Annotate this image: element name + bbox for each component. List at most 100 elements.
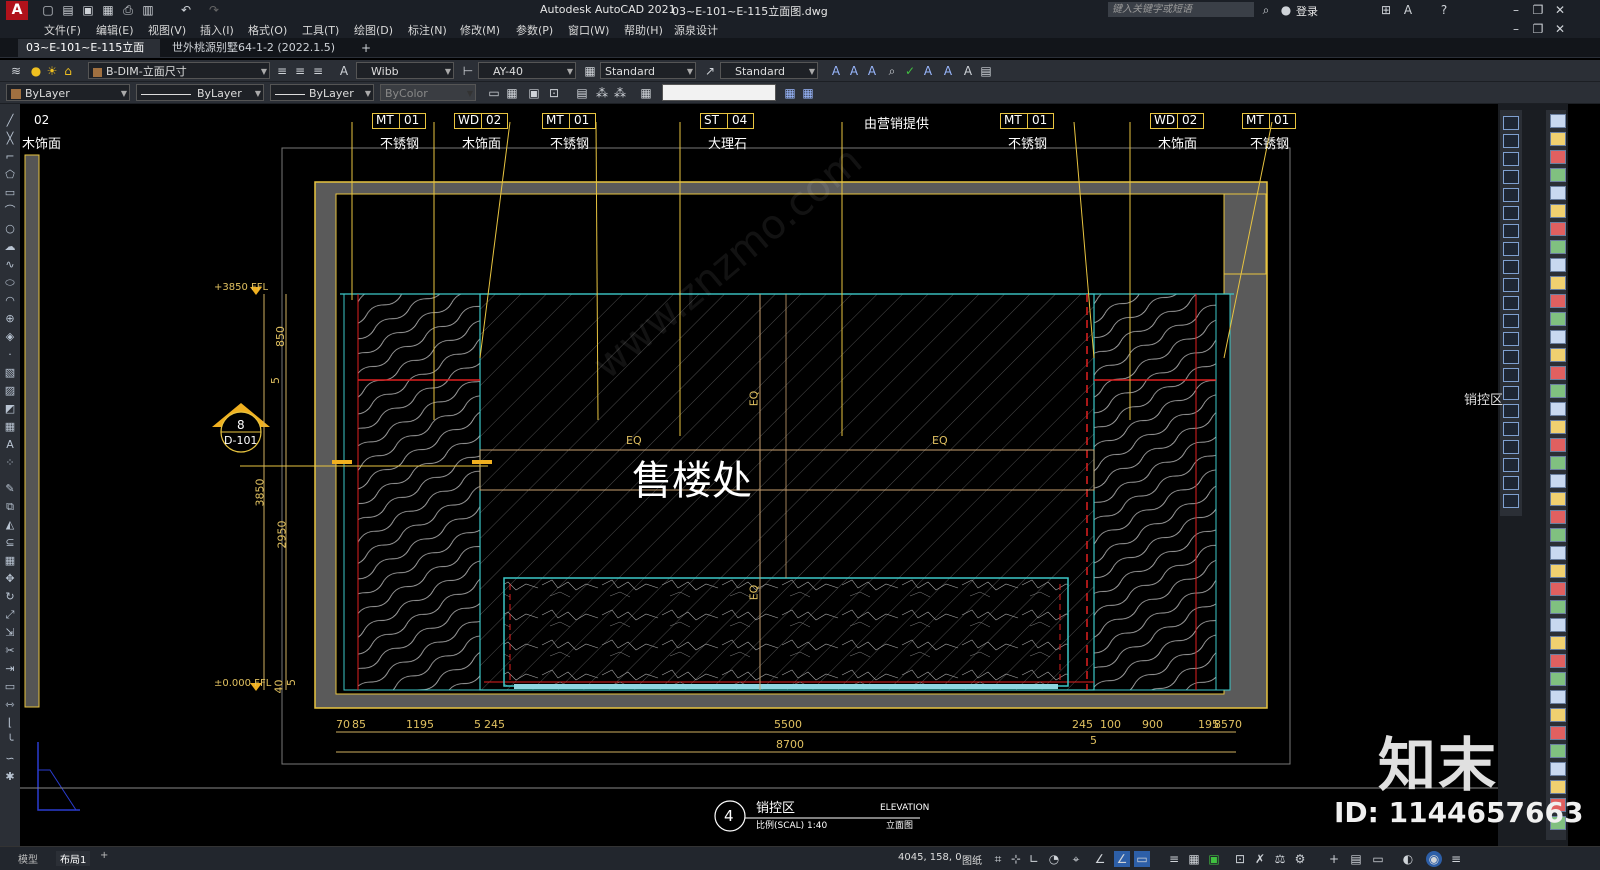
lineweight-icon[interactable]: ≡ <box>1166 851 1182 867</box>
menu-modify[interactable]: 修改(M) <box>460 22 500 38</box>
menu-format[interactable]: 格式(O) <box>248 22 287 38</box>
isolate-objects-icon[interactable]: ◐ <box>1400 851 1416 867</box>
save-as-icon[interactable]: ▦ <box>100 2 116 18</box>
layer-freeze-icon[interactable]: ☀ <box>44 63 60 79</box>
circle-icon[interactable]: ○ <box>3 222 17 236</box>
menu-tools[interactable]: 工具(T) <box>302 22 339 38</box>
command-input[interactable] <box>662 84 776 101</box>
custom-tool-icon[interactable] <box>1550 600 1566 614</box>
spline-icon[interactable]: ∿ <box>3 258 17 272</box>
save-icon[interactable]: ▣ <box>80 2 96 18</box>
scale-icon[interactable]: ⤢ <box>3 608 17 622</box>
custom-tool-icon[interactable] <box>1550 654 1566 668</box>
dimension-tool-icon[interactable] <box>1503 494 1519 508</box>
lineweight-select[interactable]: ByLayer ▼ <box>270 84 374 101</box>
table-style-select[interactable]: Standard ▼ <box>600 62 696 79</box>
dim-style-select[interactable]: AY-40 ▼ <box>478 62 576 79</box>
custom-tool-icon[interactable] <box>1550 582 1566 596</box>
open-file-icon[interactable]: ▤ <box>60 2 76 18</box>
custom-tool-icon[interactable] <box>1550 690 1566 704</box>
text-style-icon[interactable]: A <box>336 63 352 79</box>
custom-tool-icon[interactable] <box>1550 672 1566 686</box>
spell-check-icon[interactable]: ✓ <box>902 63 918 79</box>
arc-icon[interactable]: ⌒ <box>3 204 17 218</box>
dimension-tool-icon[interactable] <box>1503 386 1519 400</box>
menu-file[interactable]: 文件(F) <box>44 22 81 38</box>
mirror-icon[interactable]: ◭ <box>3 518 17 532</box>
custom-tool-icon[interactable] <box>1550 492 1566 506</box>
plot-style-select[interactable]: ByColor ▼ <box>380 84 476 101</box>
explode-icon[interactable]: ✱ <box>3 770 17 784</box>
dim-style-icon[interactable]: ⊢ <box>460 63 476 79</box>
group-icon[interactable]: ⁂ <box>594 85 610 101</box>
offset-icon[interactable]: ⊆ <box>3 536 17 550</box>
multileader-style-icon[interactable]: ↗ <box>702 63 718 79</box>
custom-tool-icon[interactable] <box>1550 456 1566 470</box>
dimension-tool-icon[interactable] <box>1503 296 1519 310</box>
user-icon[interactable]: ● <box>1278 2 1294 18</box>
plus-icon[interactable]: + <box>1326 851 1342 867</box>
custom-tool-icon[interactable] <box>1550 744 1566 758</box>
custom-tool-icon[interactable] <box>1550 294 1566 308</box>
custom-tool-icon[interactable] <box>1550 330 1566 344</box>
custom-tool-icon[interactable] <box>1550 438 1566 452</box>
table-insert-icon[interactable]: ▤ <box>978 63 994 79</box>
rectangle-icon[interactable]: ▭ <box>3 186 17 200</box>
layer-properties-icon[interactable]: ≋ <box>8 63 24 79</box>
custom-tool-icon[interactable] <box>1550 366 1566 380</box>
custom-tool-icon[interactable] <box>1550 168 1566 182</box>
tab-model[interactable]: 模型 <box>18 851 38 866</box>
grid-icon[interactable]: ⌗ <box>990 851 1006 867</box>
annotation-icon[interactable]: ▣ <box>1206 851 1222 867</box>
dimension-tool-icon[interactable] <box>1503 170 1519 184</box>
move-icon[interactable]: ✥ <box>3 572 17 586</box>
polar-icon[interactable]: ◔ <box>1046 851 1062 867</box>
close-icon[interactable]: ✕ <box>1552 2 1568 18</box>
custom-tool-icon[interactable] <box>1550 564 1566 578</box>
custom-tool-icon[interactable] <box>1550 618 1566 632</box>
clean-screen-icon[interactable]: ◉ <box>1426 851 1442 867</box>
quick-properties-icon[interactable]: ▤ <box>1348 851 1364 867</box>
find-text-icon[interactable]: ⌕ <box>884 63 900 79</box>
dimension-tool-icon[interactable] <box>1503 116 1519 130</box>
polyline-icon[interactable]: ⌐ <box>3 150 17 164</box>
window-restore-icon[interactable]: ❐ <box>1530 21 1546 37</box>
point-icon[interactable]: · <box>3 348 17 362</box>
region-icon[interactable]: ◩ <box>3 402 17 416</box>
properties-palette-icon[interactable]: ▣ <box>526 85 542 101</box>
menu-edit[interactable]: 编辑(E) <box>96 22 134 38</box>
transparency-icon[interactable]: ▦ <box>1186 851 1202 867</box>
line-icon[interactable]: ╱ <box>3 114 17 128</box>
menu-window[interactable]: 窗口(W) <box>568 22 609 38</box>
dimension-tool-icon[interactable] <box>1503 476 1519 490</box>
custom-tool-icon[interactable] <box>1550 528 1566 542</box>
tool-palette-icon[interactable]: ▤ <box>574 85 590 101</box>
ellipse-icon[interactable]: ⬭ <box>3 276 17 290</box>
tab-file-active[interactable]: 03~E-101~E-115立面图* ✕ <box>18 39 160 72</box>
dimension-tool-icon[interactable] <box>1503 422 1519 436</box>
window-minimize-icon[interactable]: – <box>1508 21 1524 37</box>
workspace-icon[interactable]: ⚙ <box>1292 851 1308 867</box>
dimension-tool-icon[interactable] <box>1503 404 1519 418</box>
dimension-tool-icon[interactable] <box>1503 206 1519 220</box>
erase-icon[interactable]: ✎ <box>3 482 17 496</box>
extend-icon[interactable]: ⇥ <box>3 662 17 676</box>
match-properties-icon[interactable]: ▭ <box>486 85 502 101</box>
table-icon[interactable]: ▦ <box>3 420 17 434</box>
custom-tool-icon[interactable] <box>1550 186 1566 200</box>
dimension-tool-icon[interactable] <box>1503 152 1519 166</box>
custom-tool-icon[interactable] <box>1550 762 1566 776</box>
custom-tool-icon[interactable] <box>1550 636 1566 650</box>
paper-space-toggle[interactable]: 图纸 <box>962 852 982 867</box>
array-icon[interactable]: ▦ <box>3 554 17 568</box>
selection-cycle-icon[interactable]: ▭ <box>1134 851 1150 867</box>
dimension-tool-icon[interactable] <box>1503 242 1519 256</box>
custom-tool-icon[interactable] <box>1550 384 1566 398</box>
custom-tool-icon[interactable] <box>1550 546 1566 560</box>
tab-file-2[interactable]: 世外桃源别墅64-1-2 (2022.1.5) * ✕ <box>164 39 344 72</box>
viewport-icon-2[interactable]: ▦ <box>800 85 816 101</box>
menu-dimension[interactable]: 标注(N) <box>408 22 447 38</box>
custom-tool-icon[interactable] <box>1550 402 1566 416</box>
custom-tool-icon[interactable] <box>1550 240 1566 254</box>
add-selected-icon[interactable]: ⁘ <box>3 456 17 470</box>
